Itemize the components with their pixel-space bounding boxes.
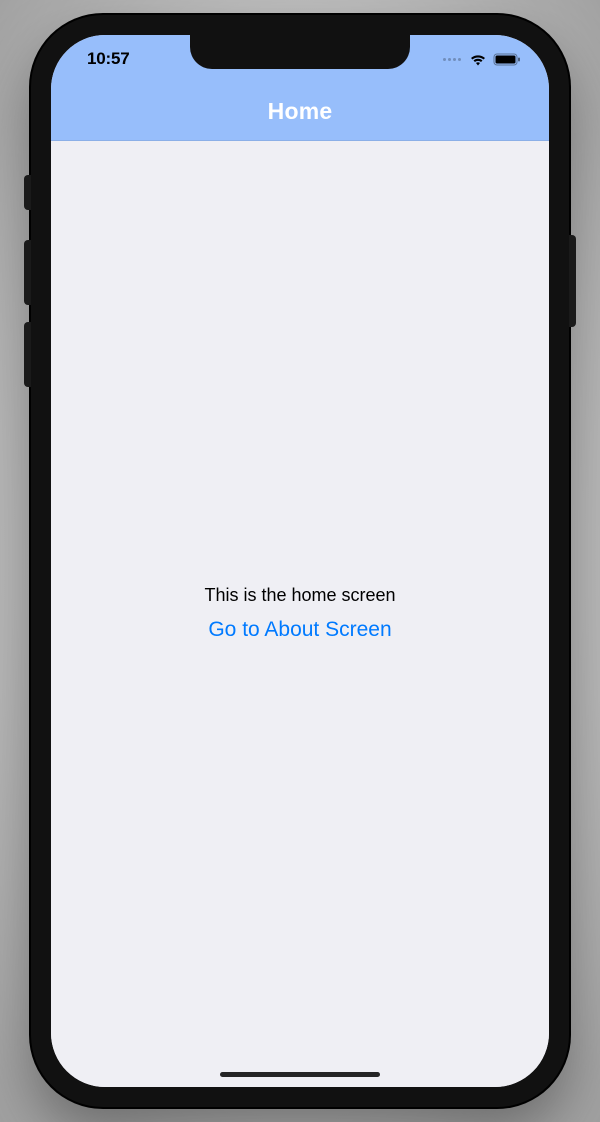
power-button [569, 235, 576, 327]
home-indicator[interactable] [220, 1072, 380, 1077]
cellular-icon [443, 58, 461, 61]
device-screen: 10:57 [51, 35, 549, 1087]
wifi-icon [469, 53, 487, 66]
status-time: 10:57 [87, 49, 129, 69]
content-area: This is the home screen Go to About Scre… [51, 141, 549, 1087]
volume-up-button [24, 240, 31, 305]
body-text: This is the home screen [204, 585, 395, 606]
volume-down-button [24, 322, 31, 387]
status-icons [443, 53, 521, 66]
device-notch [190, 35, 410, 69]
navigation-bar: Home [51, 83, 549, 141]
battery-icon [493, 53, 521, 66]
device-frame: 10:57 [31, 15, 569, 1107]
mute-switch [24, 175, 31, 210]
page-title: Home [268, 98, 333, 125]
about-link-button[interactable]: Go to About Screen [200, 616, 399, 644]
